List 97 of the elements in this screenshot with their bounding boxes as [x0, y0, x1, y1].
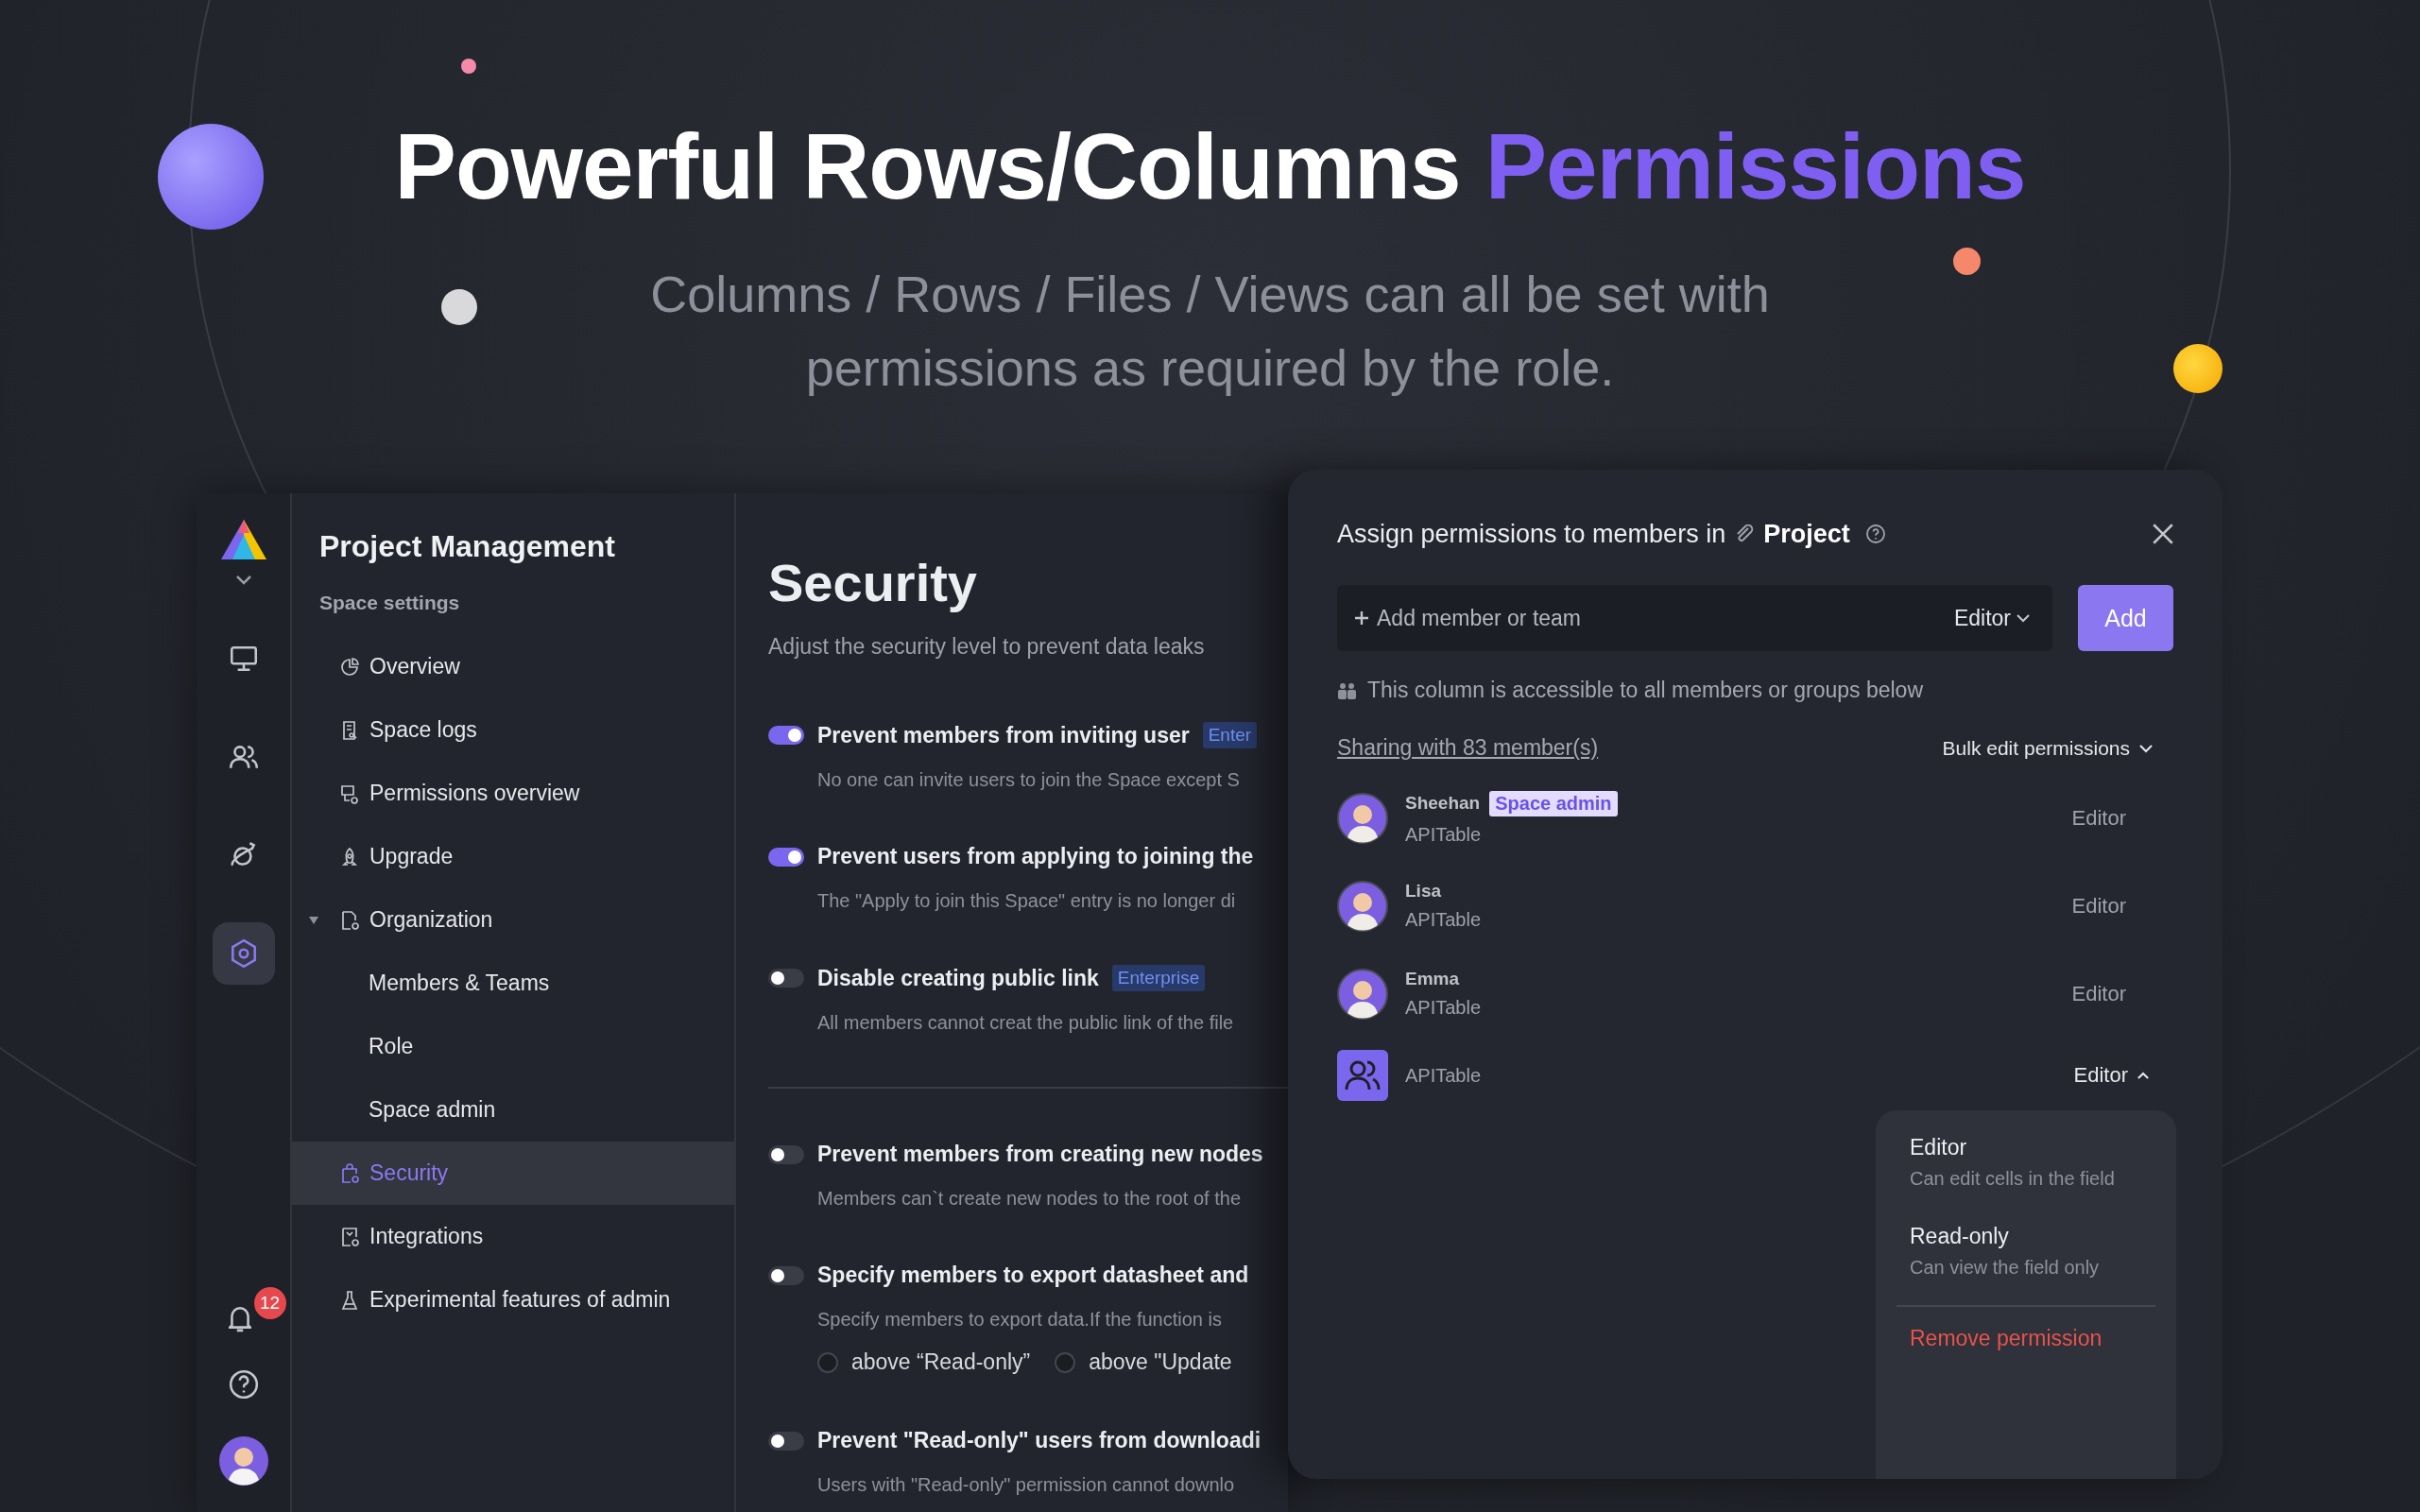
- toggle-switch[interactable]: [768, 1431, 804, 1451]
- avatar: [1337, 880, 1388, 932]
- team-name: APITable: [1405, 909, 1483, 931]
- role-dropdown[interactable]: Editor: [2071, 893, 2126, 919]
- toggle-switch[interactable]: [768, 969, 804, 988]
- bulk-edit-dropdown[interactable]: Bulk edit permissions: [1942, 736, 2153, 760]
- setting-label: Disable creating public link: [817, 965, 1099, 991]
- plus-icon: [1354, 610, 1369, 626]
- role-dropdown[interactable]: Editor: [2071, 981, 2126, 1006]
- folder-icon: [339, 909, 360, 931]
- radio-label: above “Read-only”: [851, 1349, 1031, 1375]
- page-title: Security: [768, 552, 978, 613]
- plan-tag: Enterprise: [1111, 965, 1206, 991]
- toggle-switch[interactable]: [768, 726, 804, 745]
- bell-icon[interactable]: [228, 1304, 251, 1332]
- help-icon[interactable]: [1864, 524, 1886, 544]
- settings-icon[interactable]: [212, 922, 275, 985]
- setting-label: Specify members to export datasheet and: [817, 1263, 1249, 1288]
- space-name: Project Management: [319, 528, 616, 565]
- notification-count: 12: [251, 1285, 288, 1321]
- menu-option[interactable]: Editor Can edit cells in the field: [1897, 1127, 2155, 1197]
- project-name: Project: [1763, 519, 1850, 549]
- plan-tag: Enter: [1202, 722, 1258, 748]
- team-name: APITable: [1405, 823, 1483, 846]
- role-dropdown[interactable]: Editor: [1953, 605, 2030, 631]
- access-note: This column is accessible to all members or groups below: [1367, 678, 1924, 703]
- chevron-up-icon: [2137, 1071, 2149, 1080]
- member-search-field[interactable]: Add member or team Editor: [1337, 585, 2052, 651]
- option-description: Can view the field only: [1910, 1257, 2101, 1279]
- permissions-icon: [339, 782, 360, 804]
- integration-icon: [339, 1226, 360, 1247]
- decor-dot: [2173, 344, 2223, 393]
- setting-description: The "Apply to join this Space" entry is no longer di: [817, 890, 1237, 912]
- role-tag: Space admin: [1489, 790, 1618, 816]
- chevron-down-icon: [2017, 613, 2030, 623]
- nav-item[interactable]: Organization: [292, 888, 734, 952]
- avatar[interactable]: [218, 1436, 268, 1486]
- caret-icon[interactable]: [308, 915, 319, 925]
- radio-label: above "Update: [1089, 1349, 1232, 1375]
- setting-description: Members can`t create new nodes to the root of the: [817, 1188, 1243, 1210]
- nav-item[interactable]: Experimental features of admin: [292, 1268, 734, 1332]
- setting-description: No one can invite users to join the Space except S: [817, 769, 1241, 791]
- chevron-down-icon: [2139, 743, 2153, 753]
- member-name: Emma: [1405, 969, 1460, 989]
- menu-option[interactable]: Read-only Can view the field only: [1897, 1216, 2155, 1286]
- team-name: APITable: [1405, 997, 1483, 1019]
- rocket-icon: [339, 846, 360, 868]
- pie-icon: [339, 656, 360, 678]
- option-description: Can edit cells in the field: [1910, 1168, 2116, 1190]
- dialog-title: Assign permissions to members in: [1337, 519, 1726, 549]
- sharing-link[interactable]: Sharing with 83 member(s): [1337, 735, 1599, 761]
- nav-item[interactable]: Role: [292, 1015, 734, 1078]
- headline: Powerful Rows/Columns Permissions: [394, 113, 2026, 220]
- nav-item[interactable]: Upgrade: [292, 825, 734, 888]
- decor-dot: [441, 289, 477, 325]
- setting-description: Users with "Read-only" permission cannot downlo: [817, 1474, 1236, 1496]
- nav-item[interactable]: Integrations: [292, 1205, 734, 1268]
- setting-label: Prevent members from creating new nodes: [817, 1142, 1263, 1167]
- close-icon[interactable]: [2151, 522, 2175, 546]
- option-label: Read-only: [1910, 1224, 2010, 1249]
- decor-dot: [461, 59, 476, 74]
- setting-description: Specify members to export data.If the function is: [817, 1309, 1223, 1331]
- subheadline: Columns / Rows / Files / Views can all be set with permissions as required by the role.: [649, 264, 1771, 398]
- nav-item[interactable]: Space logs: [292, 698, 734, 762]
- role-dropdown[interactable]: Editor: [2073, 1063, 2149, 1088]
- nav-item[interactable]: Overview: [292, 635, 734, 698]
- option-label: Editor: [1910, 1135, 1968, 1160]
- setting-label: Prevent users from applying to joining the: [817, 844, 1254, 869]
- radio-button[interactable]: [817, 1351, 838, 1373]
- setting-description: All members cannot creat the public link of the file: [817, 1012, 1235, 1034]
- setting-label: Prevent members from inviting user: [817, 722, 1190, 748]
- team-avatar: [1337, 1050, 1388, 1101]
- paperclip-icon: [1735, 524, 1755, 543]
- team-name: APITable: [1405, 1064, 1483, 1087]
- toggle-switch[interactable]: [768, 847, 804, 867]
- lock-icon: [339, 1162, 360, 1184]
- avatar: [1337, 792, 1388, 844]
- nav-item[interactable]: Security: [292, 1142, 734, 1205]
- setting-label: Prevent "Read-only" users from downloadi: [817, 1428, 1261, 1453]
- member-name: Sheehan: [1405, 793, 1481, 814]
- page-subtitle: Adjust the security level to prevent data leaks: [768, 634, 1206, 660]
- help-icon[interactable]: [227, 1368, 260, 1400]
- toggle-switch[interactable]: [768, 1265, 804, 1285]
- nav-item[interactable]: Space admin: [292, 1078, 734, 1142]
- section-heading: Space settings: [319, 592, 461, 614]
- nav-item[interactable]: Members & Teams: [292, 952, 734, 1015]
- chevron-down-icon[interactable]: [233, 575, 253, 586]
- member-name: Lisa: [1405, 881, 1442, 902]
- toggle-switch[interactable]: [768, 1144, 804, 1164]
- decor-dot: [1953, 248, 1981, 275]
- radio-button[interactable]: [1055, 1351, 1076, 1373]
- flask-icon: [339, 1289, 360, 1311]
- nav-item[interactable]: Permissions overview: [292, 762, 734, 825]
- people-icon: [1337, 681, 1358, 699]
- avatar: [1337, 968, 1388, 1020]
- logo-icon[interactable]: [218, 518, 268, 561]
- role-dropdown[interactable]: Editor: [2071, 805, 2126, 831]
